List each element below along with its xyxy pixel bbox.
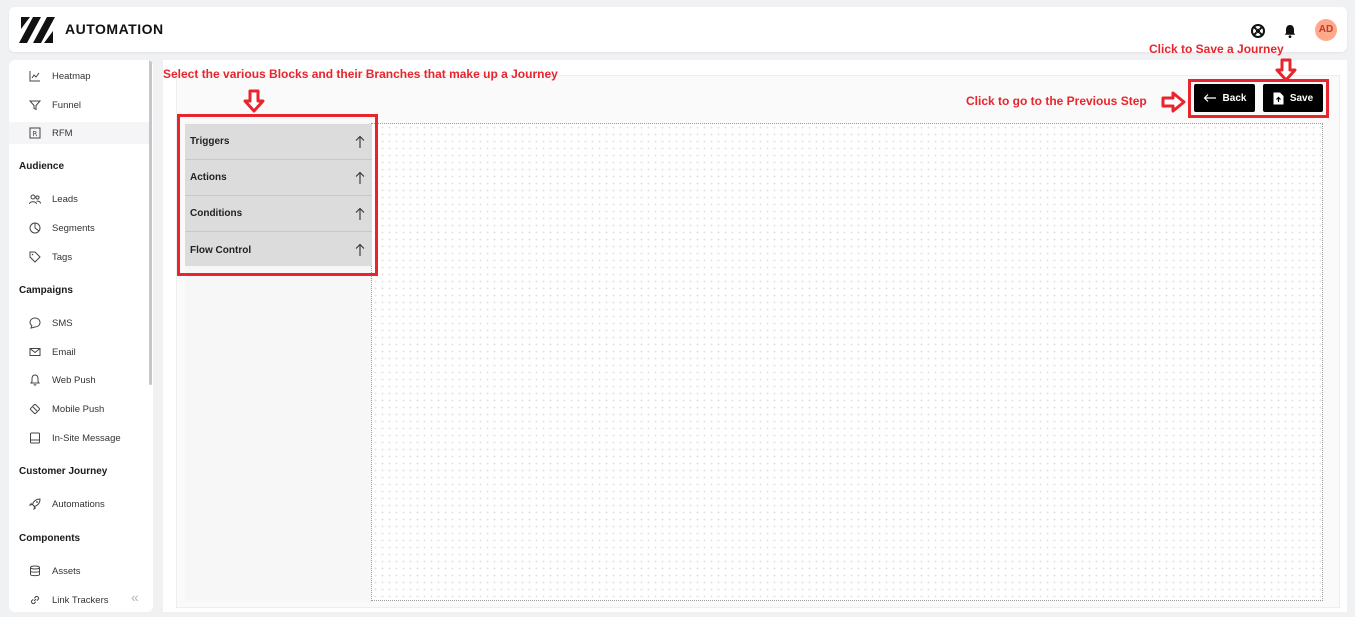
sidebar-section-customer-journey: Customer Journey <box>19 466 108 477</box>
annotation-highlight-buttons <box>1188 79 1329 118</box>
annotation-arrow-down-icon <box>1275 58 1297 82</box>
sidebar-item-assets[interactable]: Assets <box>9 560 149 582</box>
sidebar-item-label: Funnel <box>52 99 82 111</box>
heatmap-icon <box>29 71 40 82</box>
sidebar-item-label: Web Push <box>52 374 96 386</box>
journey-canvas[interactable] <box>371 123 1323 601</box>
sidebar-item-tags[interactable]: Tags <box>9 246 149 268</box>
sidebar-section-campaigns: Campaigns <box>19 285 73 296</box>
sidebar-item-sms[interactable]: SMS <box>9 312 149 334</box>
sidebar-nav: Heatmap Funnel R RFM Audience Leads Segm… <box>9 60 153 612</box>
top-header: AUTOMATION AD <box>9 7 1347 52</box>
sidebar-item-mobile-push[interactable]: Mobile Push <box>9 398 149 420</box>
sidebar-item-label: Heatmap <box>52 70 91 82</box>
users-icon <box>29 194 41 205</box>
user-avatar[interactable]: AD <box>1315 19 1337 41</box>
sidebar-item-label: Automations <box>52 498 105 510</box>
sidebar-item-label: Email <box>52 346 76 358</box>
chat-icon <box>29 317 41 329</box>
sidebar-scrollbar[interactable] <box>149 60 152 385</box>
sidebar-item-leads[interactable]: Leads <box>9 188 149 210</box>
sidebar-item-label: Tags <box>52 251 73 263</box>
annotation-highlight-blocks <box>177 114 378 276</box>
link-icon <box>30 595 40 605</box>
sidebar-item-rfm[interactable]: R RFM <box>9 122 149 144</box>
annotation-save: Click to Save a Journey <box>1149 42 1284 56</box>
sidebar-item-funnel[interactable]: Funnel <box>9 94 149 116</box>
annotation-back: Click to go to the Previous Step <box>966 94 1147 108</box>
funnel-icon <box>29 100 41 111</box>
sidebar-section-components: Components <box>19 533 81 544</box>
sidebar-item-email[interactable]: Email <box>9 341 149 363</box>
annotation-arrow-down-icon <box>243 89 265 113</box>
sidebar-item-segments[interactable]: Segments <box>9 217 149 239</box>
pie-icon <box>29 222 41 234</box>
bell-icon[interactable] <box>1282 23 1298 39</box>
sidebar-item-label: Link Trackers <box>52 594 109 606</box>
sidebar-item-link-trackers[interactable]: Link Trackers <box>9 589 149 611</box>
sidebar-item-automations[interactable]: Automations <box>9 493 149 515</box>
rfm-icon: R <box>29 127 41 139</box>
sidebar-item-label: In-Site Message <box>52 432 121 444</box>
annotation-arrow-right-icon <box>1161 91 1186 113</box>
sidebar-item-label: Leads <box>52 193 78 205</box>
rocket-icon <box>29 498 41 510</box>
collapse-sidebar-icon[interactable]: « <box>131 589 139 605</box>
mail-icon <box>29 348 41 356</box>
sidebar-item-in-site-message[interactable]: In-Site Message <box>9 427 149 449</box>
sidebar-section-audience: Audience <box>19 161 65 172</box>
support-icon[interactable] <box>1250 23 1266 39</box>
tag-icon <box>29 251 41 263</box>
sidebar-item-web-push[interactable]: Web Push <box>9 369 149 391</box>
sidebar-item-label: Mobile Push <box>52 403 105 415</box>
mobile-push-icon <box>29 403 41 415</box>
sidebar-item-label: Assets <box>52 565 81 577</box>
database-icon <box>30 565 40 577</box>
brand-logo-icon <box>19 17 55 43</box>
sidebar-item-label: Segments <box>52 222 95 234</box>
svg-text:R: R <box>33 130 38 138</box>
sidebar-item-label: RFM <box>52 127 73 139</box>
sidebar-item-heatmap[interactable]: Heatmap <box>9 65 149 87</box>
app-title: AUTOMATION <box>65 21 164 37</box>
sidebar-item-label: SMS <box>52 317 73 329</box>
message-icon <box>30 432 40 444</box>
bell-icon <box>30 374 40 386</box>
annotation-blocks: Select the various Blocks and their Bran… <box>163 67 558 81</box>
